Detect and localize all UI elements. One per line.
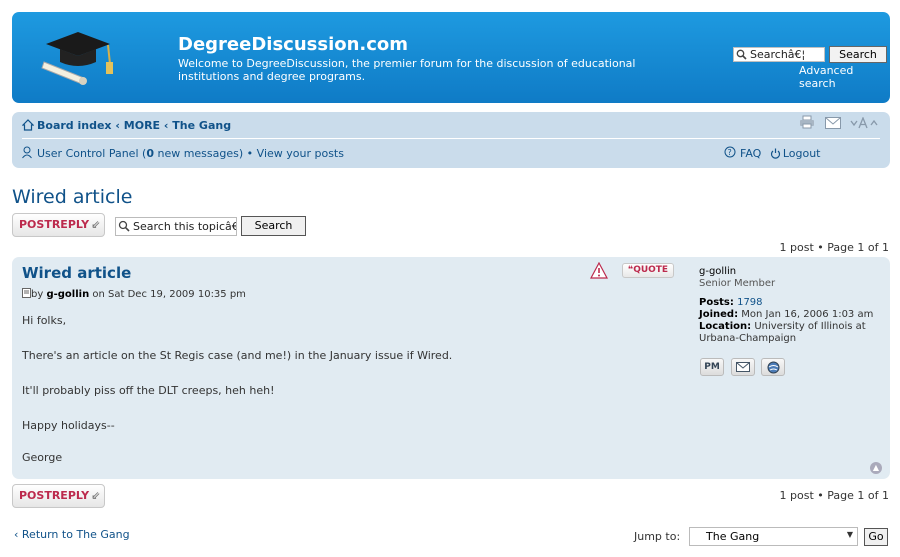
post-reply-label: POSTREPLY — [19, 489, 90, 502]
post-reply-button-bottom[interactable]: POSTREPLY ⇙ — [12, 484, 105, 508]
site-description: Welcome to DegreeDiscussion, the premier… — [178, 57, 636, 83]
post-paragraph: Happy holidays-- — [22, 419, 115, 432]
pagination-bottom: 1 post • Page 1 of 1 — [780, 489, 889, 502]
advanced-search-link[interactable]: Advanced search — [799, 64, 890, 90]
user-links: User Control Panel (0 new messages) • Vi… — [22, 146, 344, 162]
reply-arrow-icon: ⇙ — [91, 489, 101, 502]
post-paragraph: There's an article on the St Regis case … — [22, 349, 453, 362]
chevron-down-icon: ▼ — [846, 530, 853, 539]
topic-search-value: Search this topicâ€¦ — [133, 220, 237, 233]
profile-rank: Senior Member — [699, 278, 776, 289]
search-icon — [118, 220, 130, 235]
email-icon[interactable] — [730, 358, 755, 376]
post-profile: g-gollin Senior Member Posts: 1798 Joine… — [699, 266, 879, 345]
chevron-left-icon: ‹ — [14, 528, 19, 541]
post-title[interactable]: Wired article — [22, 264, 131, 282]
breadcrumb-the-gang[interactable]: The Gang — [172, 119, 231, 132]
breadcrumb-separator: ‹ — [163, 119, 169, 132]
help-links: ? FAQ Logout — [724, 146, 820, 162]
user-icon — [22, 146, 35, 162]
profile-posts: Posts: 1798 — [699, 297, 763, 308]
page-tools — [793, 115, 880, 133]
page-title[interactable]: Wired article — [12, 186, 132, 208]
jump-to-select[interactable]: The Gang ▼ — [689, 527, 858, 546]
print-icon[interactable] — [799, 115, 815, 133]
pm-label: PM — [704, 362, 720, 372]
graduation-cap-logo[interactable] — [38, 24, 118, 86]
post-content: Hi folks, There's an article on the St R… — [22, 314, 452, 486]
pagination-top: 1 post • Page 1 of 1 — [780, 241, 889, 254]
profile-posts-link[interactable]: 1798 — [737, 297, 762, 308]
back-to-top-icon[interactable]: ▲ — [870, 462, 882, 474]
faq-icon: ? — [724, 146, 738, 162]
contact-icons: PM — [700, 358, 788, 376]
navbar: Board index ‹ MORE ‹ The Gang User Contr… — [12, 112, 890, 168]
logout-link[interactable]: Logout — [783, 147, 821, 160]
breadcrumb-more[interactable]: MORE — [124, 119, 160, 132]
post: Wired article ❝QUOTE by g-gollin on Sat … — [12, 257, 890, 479]
go-button[interactable]: Go — [864, 528, 888, 546]
view-your-posts-link[interactable]: View your posts — [257, 147, 344, 160]
post-paragraph: It'll probably piss off the DLT creeps, … — [22, 384, 275, 397]
new-messages-link[interactable]: new messages — [157, 147, 238, 160]
user-control-panel-link[interactable]: User Control Panel — [37, 147, 139, 160]
svg-text:?: ? — [728, 148, 732, 157]
website-icon[interactable] — [761, 358, 785, 376]
jump-to-label: Jump to: — [634, 530, 681, 543]
post-reply-button[interactable]: POSTREPLY ⇙ — [12, 213, 105, 237]
pagination-text: 1 post • Page 1 of 1 — [779, 241, 889, 254]
topic-search-input[interactable]: Search this topicâ€¦ — [115, 217, 237, 236]
search-icon — [736, 49, 747, 61]
profile-joined: Joined: Mon Jan 16, 2006 1:03 am — [699, 309, 874, 320]
post-paragraph: Hi folks, — [22, 314, 67, 327]
breadcrumb: Board index ‹ MORE ‹ The Gang — [21, 119, 231, 134]
pm-icon[interactable]: PM — [700, 358, 724, 376]
reply-arrow-icon: ⇙ — [91, 218, 101, 231]
header-search-value: Searchâ€¦ — [750, 48, 806, 61]
post-author[interactable]: g-gollin — [46, 289, 89, 300]
email-icon[interactable] — [824, 117, 841, 133]
quote-label: QUOTE — [633, 265, 669, 275]
home-icon — [21, 119, 35, 134]
post-meta: by g-gollin on Sat Dec 19, 2009 10:35 pm — [22, 288, 246, 301]
breadcrumb-separator: ‹ — [115, 119, 120, 132]
jump-to-value: The Gang — [706, 530, 760, 543]
post-icon — [22, 288, 31, 301]
post-by: by — [31, 289, 44, 300]
faq-link[interactable]: FAQ — [740, 147, 761, 160]
quote-button[interactable]: ❝QUOTE — [622, 263, 674, 278]
power-icon — [770, 148, 781, 162]
header-search-input[interactable]: Searchâ€¦ — [733, 47, 825, 62]
site-header: DegreeDiscussion.com Welcome to DegreeDi… — [12, 12, 890, 103]
pagination-text: 1 post • Page 1 of 1 — [779, 489, 889, 502]
profile-username[interactable]: g-gollin — [699, 266, 879, 278]
return-to-forum-link[interactable]: Return to The Gang — [22, 528, 130, 541]
header-search-button[interactable]: Search — [829, 46, 887, 63]
site-title[interactable]: DegreeDiscussion.com — [178, 34, 408, 55]
post-paragraph: George — [22, 451, 63, 464]
return-link[interactable]: ‹ Return to The Gang — [14, 528, 130, 541]
topic-search-button[interactable]: Search — [241, 216, 306, 236]
new-messages-count[interactable]: 0 — [146, 147, 154, 160]
breadcrumb-board-index[interactable]: Board index — [37, 119, 112, 132]
post-date: on Sat Dec 19, 2009 10:35 pm — [92, 289, 246, 300]
report-icon[interactable] — [590, 261, 608, 279]
profile-location: Location: University of Illinois at Urba… — [699, 321, 866, 344]
post-reply-label: POSTREPLY — [19, 218, 90, 231]
nav-divider — [22, 138, 880, 139]
font-size-icon[interactable] — [850, 116, 880, 133]
